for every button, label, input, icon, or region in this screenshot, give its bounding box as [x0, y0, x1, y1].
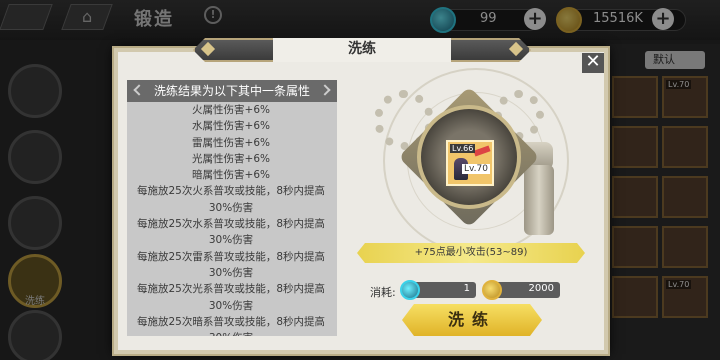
item-level-tag: Lv.66 [450, 144, 476, 153]
refine-button[interactable]: 洗练 [402, 304, 542, 336]
list-item: 每施放25次水系普攻或技能，8秒内提高30%伤害 [136, 218, 326, 247]
item-level: Lv.70 [462, 164, 490, 174]
list-item: 每施放25次火系普攻或技能，8秒内提高30%伤害 [136, 185, 326, 214]
gold-coin-icon [482, 280, 502, 300]
close-button[interactable]: ✕ [582, 53, 604, 73]
dialog-title: 洗练 [273, 38, 451, 62]
result-attribute-panel[interactable]: 洗练结果为以下其中一条属性 火属性伤害+6% 水属性伤害+6% 雷属性伤害+6%… [127, 80, 337, 336]
gem-cost-value: 1 [463, 283, 470, 294]
current-stat-banner: +75点最小攻击(53~89) [357, 243, 585, 263]
cost-label: 消耗: [370, 286, 396, 299]
attribute-list: 火属性伤害+6% 水属性伤害+6% 雷属性伤害+6% 光属性伤害+6% 暗属性伤… [127, 102, 337, 336]
pipe-decoration [524, 165, 554, 235]
result-heading: 洗练结果为以下其中一条属性 [127, 80, 337, 102]
list-item: 每施放25次暗系普攻或技能，8秒内提高30%伤害 [136, 315, 326, 336]
list-item: 光属性伤害+6% [192, 152, 270, 165]
chevron-right-icon [319, 84, 331, 96]
refine-stone-icon [400, 280, 420, 300]
list-item: 火属性伤害+6% [192, 104, 270, 116]
result-heading-text: 洗练结果为以下其中一条属性 [153, 84, 310, 98]
list-item: 暗属性伤害+6% [192, 169, 270, 182]
gold-cost-value: 2000 [528, 283, 554, 294]
chevron-left-icon [133, 84, 145, 96]
weapon-icon [473, 145, 491, 157]
list-item: 雷属性伤害+6% [192, 136, 270, 149]
equipment-slot[interactable]: Lv.66 Lv.70 [446, 140, 494, 186]
dialog-header: 洗练 [193, 38, 531, 62]
list-item: 每施放25次雷系普攻或技能，8秒内提高30%伤害 [136, 250, 326, 279]
list-item: 每施放25次光系普攻或技能，8秒内提高30%伤害 [136, 283, 326, 312]
list-item: 水属性伤害+6% [192, 120, 270, 133]
